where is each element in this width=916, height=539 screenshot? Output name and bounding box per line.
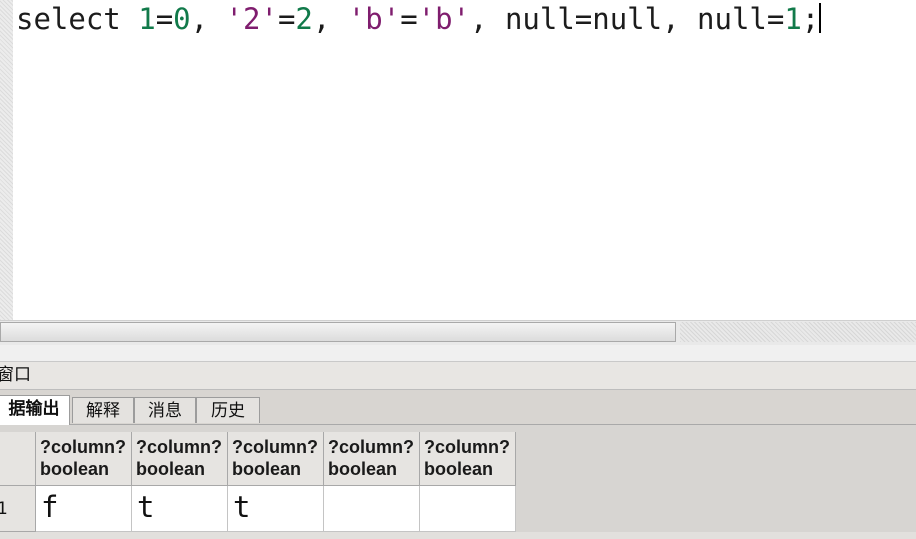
column-header[interactable]: ?column? boolean [324, 432, 420, 486]
scrollbar-track[interactable] [680, 322, 916, 342]
sql-token: select [16, 2, 139, 36]
column-type: boolean [40, 459, 110, 479]
sql-token: , [312, 2, 348, 36]
text-caret [819, 3, 822, 33]
sql-token: ; [801, 2, 820, 36]
sql-token: '2' [225, 2, 278, 36]
output-panel-title: 窗口 [0, 362, 916, 390]
tab-history[interactable]: 历史 [196, 397, 260, 423]
horizontal-scrollbar[interactable] [0, 320, 916, 346]
sql-token: = [277, 2, 296, 36]
tab-messages[interactable]: 消息 [134, 397, 196, 423]
sql-token: 'b' [417, 2, 471, 36]
table-cell[interactable]: f [36, 486, 132, 532]
column-header[interactable]: ?column? boolean [132, 432, 228, 486]
splitter[interactable] [0, 345, 916, 362]
column-header[interactable]: ?column? boolean [36, 432, 132, 486]
sql-token: = [400, 2, 418, 36]
column-name: ?column? [40, 437, 126, 457]
sql-token: , [190, 2, 226, 36]
tab-data-output[interactable]: 据输出 [0, 395, 70, 425]
editor-gutter [0, 0, 13, 320]
column-name: ?column? [232, 437, 318, 457]
table-cell[interactable] [420, 486, 516, 532]
panel-bottom-edge [0, 532, 916, 539]
column-header[interactable]: ?column? boolean [228, 432, 324, 486]
table-cell[interactable]: t [132, 486, 228, 532]
tab-explain[interactable]: 解释 [72, 397, 134, 423]
sql-token: 'b' [347, 2, 401, 36]
row-number[interactable]: 1 [0, 486, 36, 532]
table-cell[interactable]: t [228, 486, 324, 532]
column-header[interactable]: ?column? boolean [420, 432, 516, 486]
sql-code-line[interactable]: select 1=0, '2'=2, 'b'='b', null=null, n… [16, 1, 822, 37]
output-panel-title-label: 窗口 [0, 365, 31, 385]
scrollbar-thumb[interactable] [0, 322, 676, 342]
sql-token: = [155, 2, 174, 36]
column-name: ?column? [328, 437, 414, 457]
output-tabs: 据输出 解释 消息 历史 [0, 390, 916, 425]
sql-token: 1 [138, 2, 156, 36]
column-name: ?column? [424, 437, 510, 457]
table-cell[interactable] [324, 486, 420, 532]
sql-token: , null=null, null= [470, 2, 785, 36]
column-type: boolean [136, 459, 206, 479]
sql-token: 1 [784, 2, 802, 36]
sql-editor[interactable]: select 1=0, '2'=2, 'b'='b', null=null, n… [13, 0, 916, 320]
column-name: ?column? [136, 437, 222, 457]
column-type: boolean [424, 459, 494, 479]
column-type: boolean [328, 459, 398, 479]
sql-token: 2 [295, 2, 313, 36]
sql-token: 0 [173, 2, 191, 36]
grid-corner[interactable] [0, 432, 36, 486]
column-type: boolean [232, 459, 302, 479]
row-number-label: 1 [0, 499, 8, 519]
